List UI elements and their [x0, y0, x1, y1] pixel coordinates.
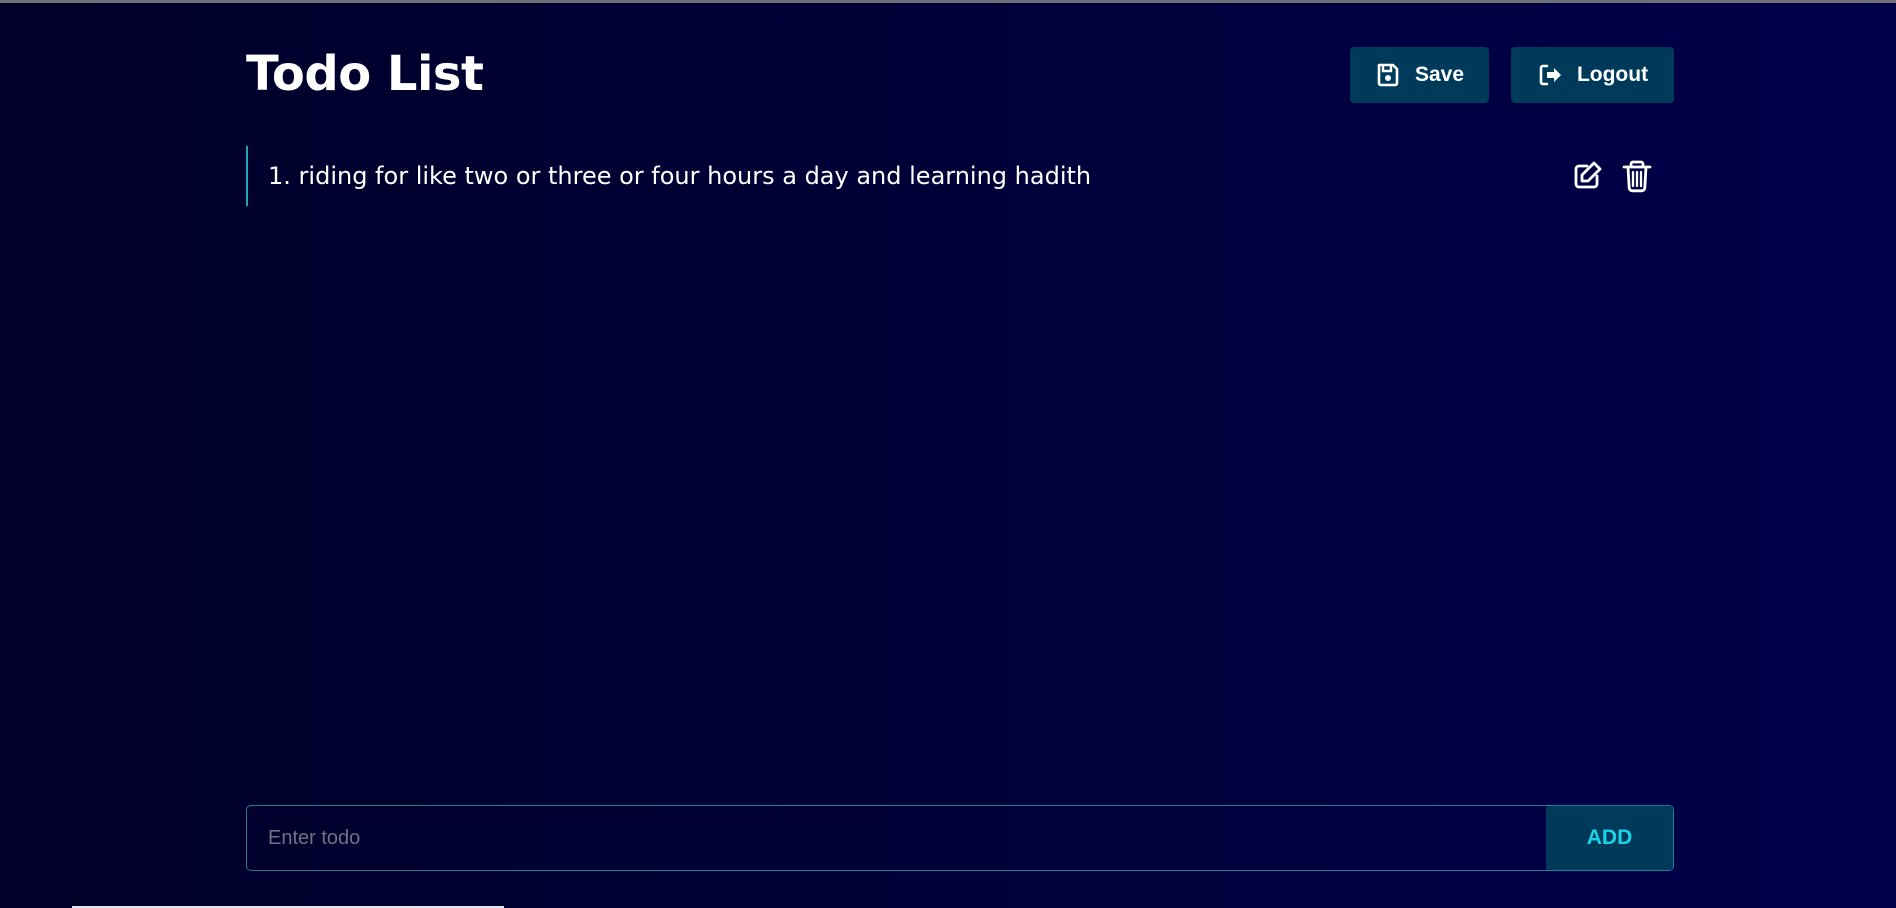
- page-title: Todo List: [246, 46, 484, 102]
- todo-item: 1riding for like two or three or four ho…: [246, 146, 1674, 206]
- todo-item-number: 1: [268, 162, 299, 190]
- todo-item-text: 1riding for like two or three or four ho…: [268, 162, 1091, 190]
- logout-icon: [1537, 62, 1563, 88]
- edit-icon[interactable]: [1570, 159, 1604, 193]
- header-actions: Save Logout: [1350, 47, 1674, 103]
- save-icon: [1375, 62, 1401, 88]
- logout-button[interactable]: Logout: [1511, 47, 1674, 103]
- add-button[interactable]: ADD: [1546, 806, 1673, 870]
- add-todo-form: ADD: [246, 805, 1674, 871]
- todo-item-actions: [1570, 159, 1654, 193]
- todo-app: Todo List Save Logout 1rid: [246, 0, 1674, 908]
- save-button-label: Save: [1414, 63, 1465, 86]
- logout-button-label: Logout: [1576, 63, 1649, 86]
- todo-item-label: riding for like two or three or four hou…: [298, 162, 1092, 190]
- save-button[interactable]: Save: [1350, 47, 1489, 103]
- todo-input[interactable]: [247, 806, 1546, 870]
- todo-list: 1riding for like two or three or four ho…: [246, 146, 1674, 206]
- trash-icon[interactable]: [1620, 159, 1654, 193]
